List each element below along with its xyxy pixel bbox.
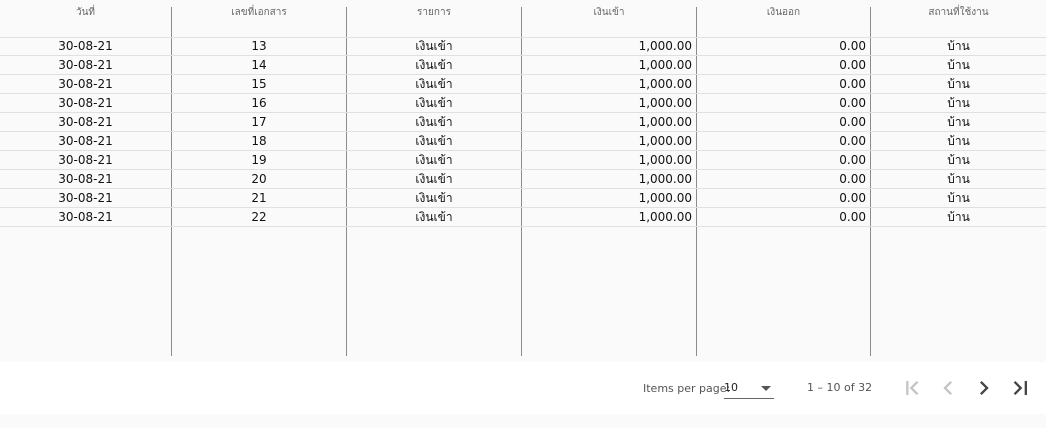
cell-item: เงินเข้า: [415, 153, 453, 167]
cell-date: 30-08-21: [58, 153, 113, 167]
cell-location: บ้าน: [947, 153, 970, 167]
cell-expense: 0.00: [839, 77, 866, 91]
cell-item: เงินเข้า: [415, 172, 453, 186]
cell-item: เงินเข้า: [415, 210, 453, 224]
cell-item: เงินเข้า: [415, 96, 453, 110]
cell-location: บ้าน: [947, 96, 970, 110]
cell-income: 1,000.00: [638, 153, 692, 167]
chevron-left-icon: [943, 381, 952, 395]
cell-income: 1,000.00: [638, 191, 692, 205]
cell-date: 30-08-21: [58, 115, 113, 129]
cell-doc-number: 21: [251, 191, 267, 205]
cell-item: เงินเข้า: [415, 134, 453, 148]
table-row[interactable]: 30-08-21 19 เงินเข้า 1,000.00 0.00 บ้าน: [0, 151, 1046, 170]
cell-doc-number: 19: [251, 153, 267, 167]
next-page-button[interactable]: [970, 374, 998, 402]
data-table: วันที่ เลขที่เอกสาร รายการ เงินเข้า เงิน…: [0, 0, 1046, 362]
cell-item: เงินเข้า: [415, 191, 453, 205]
cell-income: 1,000.00: [638, 115, 692, 129]
cell-item: เงินเข้า: [415, 115, 453, 129]
cell-income: 1,000.00: [638, 77, 692, 91]
header-date[interactable]: วันที่: [0, 5, 171, 20]
cell-date: 30-08-21: [58, 39, 113, 53]
cell-income: 1,000.00: [638, 96, 692, 110]
first-page-icon: [906, 381, 919, 395]
table-row[interactable]: 30-08-21 20 เงินเข้า 1,000.00 0.00 บ้าน: [0, 170, 1046, 189]
cell-doc-number: 13: [251, 39, 267, 53]
cell-expense: 0.00: [839, 134, 866, 148]
cell-expense: 0.00: [839, 115, 866, 129]
footer-strip: [0, 414, 1046, 428]
cell-location: บ้าน: [947, 172, 970, 186]
first-page-button[interactable]: [898, 374, 926, 402]
cell-doc-number: 17: [251, 115, 267, 129]
cell-location: บ้าน: [947, 58, 970, 72]
header-income[interactable]: เงินเข้า: [522, 5, 696, 20]
cell-doc-number: 20: [251, 172, 267, 186]
cell-date: 30-08-21: [58, 134, 113, 148]
header-item[interactable]: รายการ: [347, 5, 521, 20]
cell-location: บ้าน: [947, 210, 970, 224]
cell-expense: 0.00: [839, 172, 866, 186]
cell-income: 1,000.00: [638, 39, 692, 53]
cell-expense: 0.00: [839, 96, 866, 110]
dropdown-arrow-icon: [761, 386, 771, 391]
table-row[interactable]: 30-08-21 13 เงินเข้า 1,000.00 0.00 บ้าน: [0, 37, 1046, 56]
cell-location: บ้าน: [947, 39, 970, 53]
chevron-right-icon: [980, 381, 989, 395]
cell-item: เงินเข้า: [415, 77, 453, 91]
cell-date: 30-08-21: [58, 58, 113, 72]
last-page-icon: [1013, 381, 1027, 395]
cell-date: 30-08-21: [58, 77, 113, 91]
cell-date: 30-08-21: [58, 172, 113, 186]
cell-income: 1,000.00: [638, 134, 692, 148]
page-size-value: 10: [724, 381, 738, 394]
last-page-button[interactable]: [1006, 374, 1034, 402]
cell-item: เงินเข้า: [415, 58, 453, 72]
table-row[interactable]: 30-08-21 21 เงินเข้า 1,000.00 0.00 บ้าน: [0, 189, 1046, 208]
cell-expense: 0.00: [839, 39, 866, 53]
cell-doc-number: 16: [251, 96, 267, 110]
table-row[interactable]: 30-08-21 17 เงินเข้า 1,000.00 0.00 บ้าน: [0, 113, 1046, 132]
previous-page-button[interactable]: [934, 374, 962, 402]
page-range-label: 1 – 10 of 32: [807, 381, 873, 394]
cell-doc-number: 18: [251, 134, 267, 148]
cell-date: 30-08-21: [58, 191, 113, 205]
cell-item: เงินเข้า: [415, 39, 453, 53]
table-row[interactable]: 30-08-21 22 เงินเข้า 1,000.00 0.00 บ้าน: [0, 208, 1046, 227]
table-row[interactable]: 30-08-21 15 เงินเข้า 1,000.00 0.00 บ้าน: [0, 75, 1046, 94]
header-location[interactable]: สถานที่ใช้งาน: [871, 5, 1046, 20]
cell-income: 1,000.00: [638, 210, 692, 224]
cell-doc-number: 22: [251, 210, 267, 224]
page-size-select[interactable]: 10: [724, 379, 774, 399]
cell-doc-number: 15: [251, 77, 267, 91]
cell-expense: 0.00: [839, 153, 866, 167]
table-row[interactable]: 30-08-21 14 เงินเข้า 1,000.00 0.00 บ้าน: [0, 56, 1046, 75]
cell-expense: 0.00: [839, 191, 866, 205]
paginator: Items per page: 10 1 – 10 of 32: [0, 362, 1046, 414]
cell-location: บ้าน: [947, 134, 970, 148]
header-doc-number[interactable]: เลขที่เอกสาร: [172, 5, 346, 20]
table-row[interactable]: 30-08-21 18 เงินเข้า 1,000.00 0.00 บ้าน: [0, 132, 1046, 151]
cell-location: บ้าน: [947, 115, 970, 129]
header-expense[interactable]: เงินออก: [697, 5, 870, 20]
cell-income: 1,000.00: [638, 58, 692, 72]
cell-expense: 0.00: [839, 210, 866, 224]
cell-date: 30-08-21: [58, 96, 113, 110]
cell-income: 1,000.00: [638, 172, 692, 186]
cell-doc-number: 14: [251, 58, 267, 72]
cell-location: บ้าน: [947, 191, 970, 205]
items-per-page-label: Items per page:: [643, 382, 731, 395]
cell-expense: 0.00: [839, 58, 866, 72]
table-row[interactable]: 30-08-21 16 เงินเข้า 1,000.00 0.00 บ้าน: [0, 94, 1046, 113]
cell-date: 30-08-21: [58, 210, 113, 224]
cell-location: บ้าน: [947, 77, 970, 91]
